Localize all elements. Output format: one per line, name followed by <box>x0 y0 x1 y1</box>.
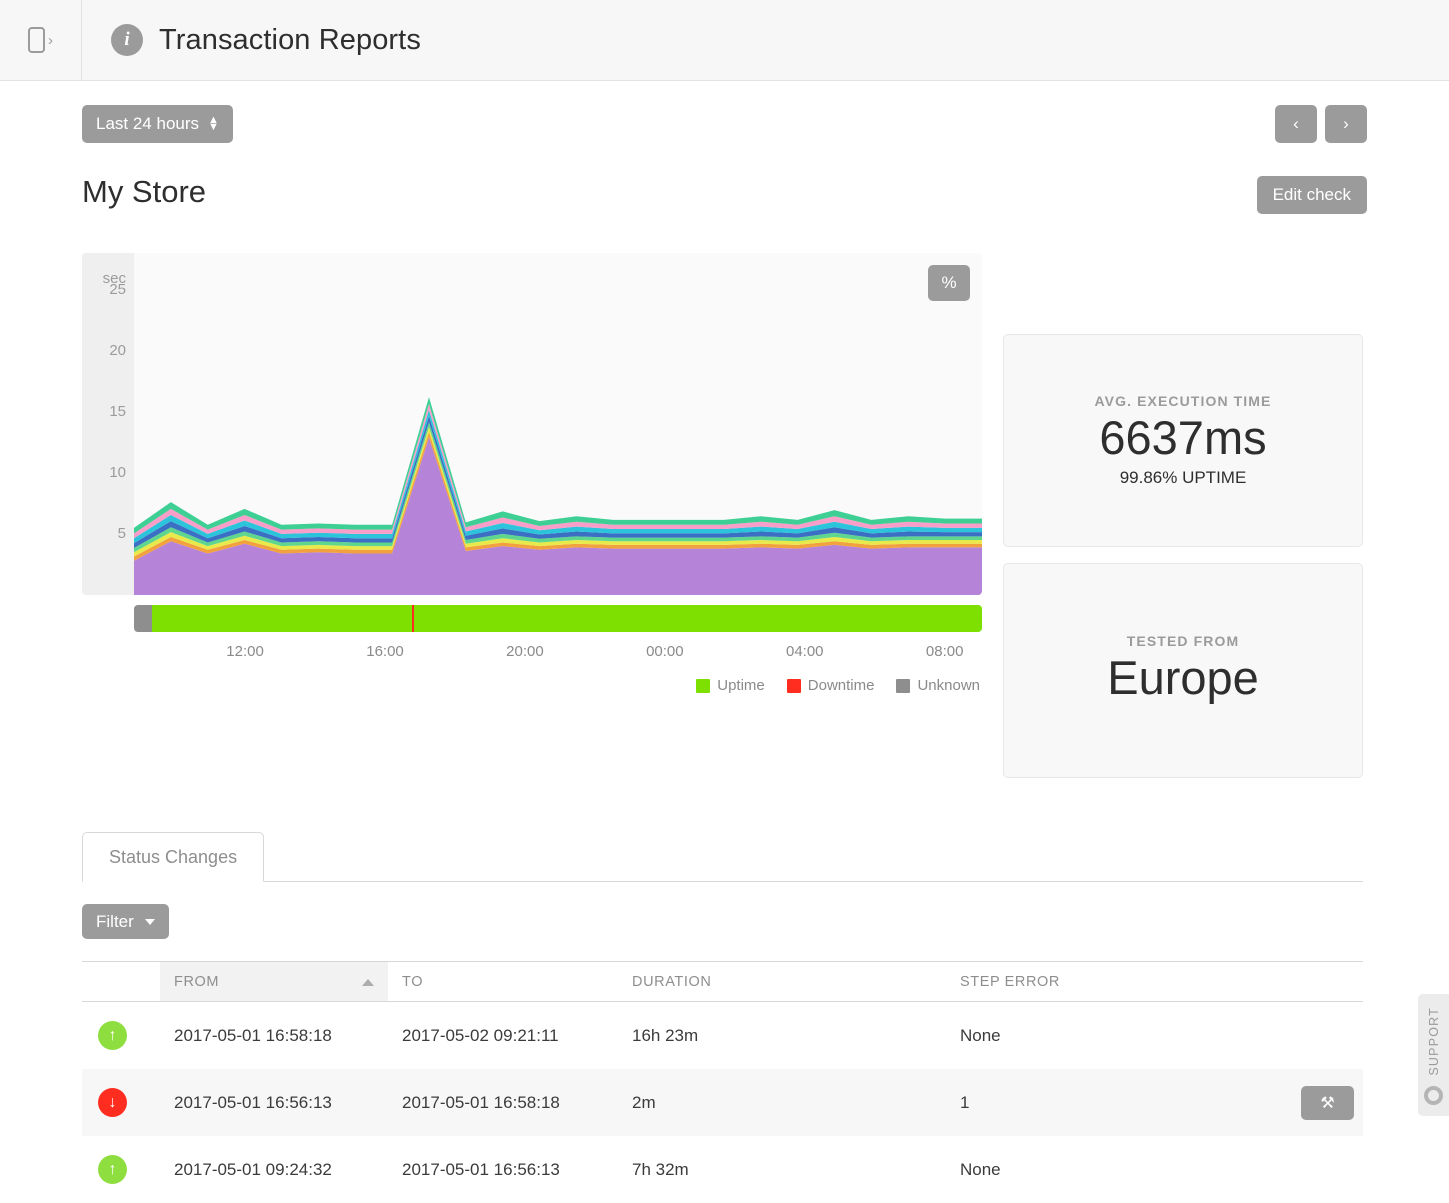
percent-toggle-button[interactable]: % <box>928 265 970 301</box>
y-axis: sec510152025 <box>82 253 134 595</box>
cell-to: 2017-05-02 09:21:11 <box>388 1002 618 1070</box>
uptime-segment-unknown <box>134 605 152 632</box>
cell-to: 2017-05-01 16:56:13 <box>388 1136 618 1203</box>
y-axis-tick: 10 <box>109 464 126 481</box>
panel-expand-icon: › <box>28 27 53 53</box>
status-changes-table: FROM TO DURATION STEP ERROR ↑ 2017-05-01 … <box>82 961 1363 1203</box>
arrow-down-icon: ↓ <box>98 1088 127 1117</box>
edit-check-button[interactable]: Edit check <box>1257 176 1367 214</box>
x-axis-tick: 20:00 <box>506 643 544 660</box>
x-axis-tick: 16:00 <box>366 643 404 660</box>
toolbar-row: Last 24 hours ▲▼ ‹ › <box>82 105 1367 143</box>
cell-to: 2017-05-01 16:58:18 <box>388 1069 618 1136</box>
updown-arrows-icon: ▲▼ <box>208 118 219 130</box>
tab-bar: Status Changes <box>82 832 1363 882</box>
x-axis-tick: 08:00 <box>926 643 964 660</box>
cell-duration: 2m <box>618 1069 946 1136</box>
cell-duration: 16h 23m <box>618 1002 946 1070</box>
check-name: My Store <box>82 174 1367 210</box>
cell-from: 2017-05-01 16:58:18 <box>160 1002 388 1070</box>
uptime-percentage: 99.86% UPTIME <box>1120 468 1247 488</box>
cell-step-error: None <box>946 1136 1363 1203</box>
support-tab-button[interactable]: SUPPORT <box>1418 994 1449 1116</box>
next-period-button[interactable]: › <box>1325 105 1367 143</box>
cell-from: 2017-05-01 16:56:13 <box>160 1069 388 1136</box>
y-axis-tick: 5 <box>118 525 126 542</box>
y-axis-tick: 15 <box>109 403 126 420</box>
sort-ascending-icon <box>362 979 374 986</box>
legend-swatch <box>696 679 710 693</box>
legend-item: Uptime <box>696 677 765 694</box>
x-axis-labels: 12:00 16:00 20:00 00:00 04:00 08:00 <box>134 643 982 665</box>
chevron-down-icon <box>145 919 155 925</box>
previous-period-button[interactable]: ‹ <box>1275 105 1317 143</box>
tab-status-changes[interactable]: Status Changes <box>82 832 264 882</box>
execution-time-chart-panel: sec510152025 % 12:0016:0020:0000:0004:00… <box>82 253 982 773</box>
sidebar-toggle-button[interactable]: › <box>0 0 82 80</box>
th-to[interactable]: TO <box>388 962 618 1002</box>
cell-status: ↑ <box>82 1002 160 1070</box>
legend-label: Downtime <box>808 677 875 694</box>
table-body: ↑2017-05-01 16:58:182017-05-02 09:21:111… <box>82 1002 1363 1203</box>
legend-swatch <box>787 679 801 693</box>
table-row[interactable]: ↑ 2017-05-01 09:24:322017-05-01 16:56:137… <box>82 1136 1363 1203</box>
cell-duration: 7h 32m <box>618 1136 946 1203</box>
stacked-area-plot <box>134 253 982 595</box>
tested-from-card: TESTED FROM Europe <box>1003 563 1363 778</box>
x-axis-tick: 12:00 <box>226 643 264 660</box>
time-range-select[interactable]: Last 24 hours ▲▼ <box>82 105 233 143</box>
card-label: AVG. EXECUTION TIME <box>1095 393 1272 409</box>
store-header-row: My Store Edit check <box>82 174 1367 219</box>
cell-status: ↑ <box>82 1136 160 1203</box>
support-label: SUPPORT <box>1427 1007 1441 1076</box>
downtime-marker <box>412 605 414 632</box>
legend-label: Uptime <box>717 677 765 694</box>
arrow-up-icon: ↑ <box>98 1155 127 1184</box>
table-row[interactable]: ↓ 2017-05-01 16:56:132017-05-01 16:58:182… <box>82 1069 1363 1136</box>
th-from[interactable]: FROM <box>160 962 388 1002</box>
arrow-up-icon: ↑ <box>98 1021 127 1050</box>
x-axis-tick: 00:00 <box>646 643 684 660</box>
legend-label: Unknown <box>917 677 980 694</box>
tab-underline <box>82 881 1363 882</box>
y-axis-tick: 20 <box>109 342 126 359</box>
th-status <box>82 962 160 1002</box>
chart-legend: Uptime Downtime Unknown <box>696 677 980 694</box>
th-duration[interactable]: DURATION <box>618 962 946 1002</box>
table-header-row: FROM TO DURATION STEP ERROR <box>82 962 1363 1002</box>
life-ring-icon <box>1424 1086 1443 1105</box>
cell-from: 2017-05-01 09:24:32 <box>160 1136 388 1203</box>
app-header: › i Transaction Reports <box>0 0 1449 81</box>
filter-dropdown-button[interactable]: Filter <box>82 904 169 939</box>
info-icon: i <box>111 24 143 56</box>
th-step-error[interactable]: STEP ERROR <box>946 962 1363 1002</box>
card-label: TESTED FROM <box>1127 633 1239 649</box>
th-from-label: FROM <box>174 974 219 990</box>
y-axis-tick: 25 <box>109 281 126 298</box>
period-navigation: ‹ › <box>1275 105 1367 143</box>
tools-icon: ⚒ <box>1320 1093 1334 1113</box>
legend-item: Downtime <box>787 677 875 694</box>
chart-box: sec510152025 % <box>82 253 982 595</box>
filter-label: Filter <box>96 912 134 932</box>
area-series-step-8 <box>134 397 982 533</box>
plot-svg <box>134 253 982 595</box>
page-title: Transaction Reports <box>159 24 421 57</box>
avg-execution-time-card: AVG. EXECUTION TIME 6637ms 99.86% UPTIME <box>1003 334 1363 547</box>
uptime-segment-uptime <box>152 605 982 632</box>
cell-step-error: 1⚒ <box>946 1069 1363 1136</box>
card-value: Europe <box>1107 649 1259 708</box>
uptime-status-bar[interactable] <box>134 605 982 632</box>
header-title-group: i Transaction Reports <box>82 0 421 80</box>
table-header: FROM TO DURATION STEP ERROR <box>82 962 1363 1002</box>
tools-icon-button[interactable]: ⚒ <box>1301 1086 1354 1120</box>
card-value: 6637ms <box>1099 409 1266 468</box>
time-range-label: Last 24 hours <box>96 114 199 134</box>
legend-item: Unknown <box>896 677 980 694</box>
cell-status: ↓ <box>82 1069 160 1136</box>
table-row[interactable]: ↑ 2017-05-01 16:58:182017-05-02 09:21:111… <box>82 1002 1363 1070</box>
legend-swatch <box>896 679 910 693</box>
x-axis-tick: 04:00 <box>786 643 824 660</box>
cell-step-error: None <box>946 1002 1363 1070</box>
